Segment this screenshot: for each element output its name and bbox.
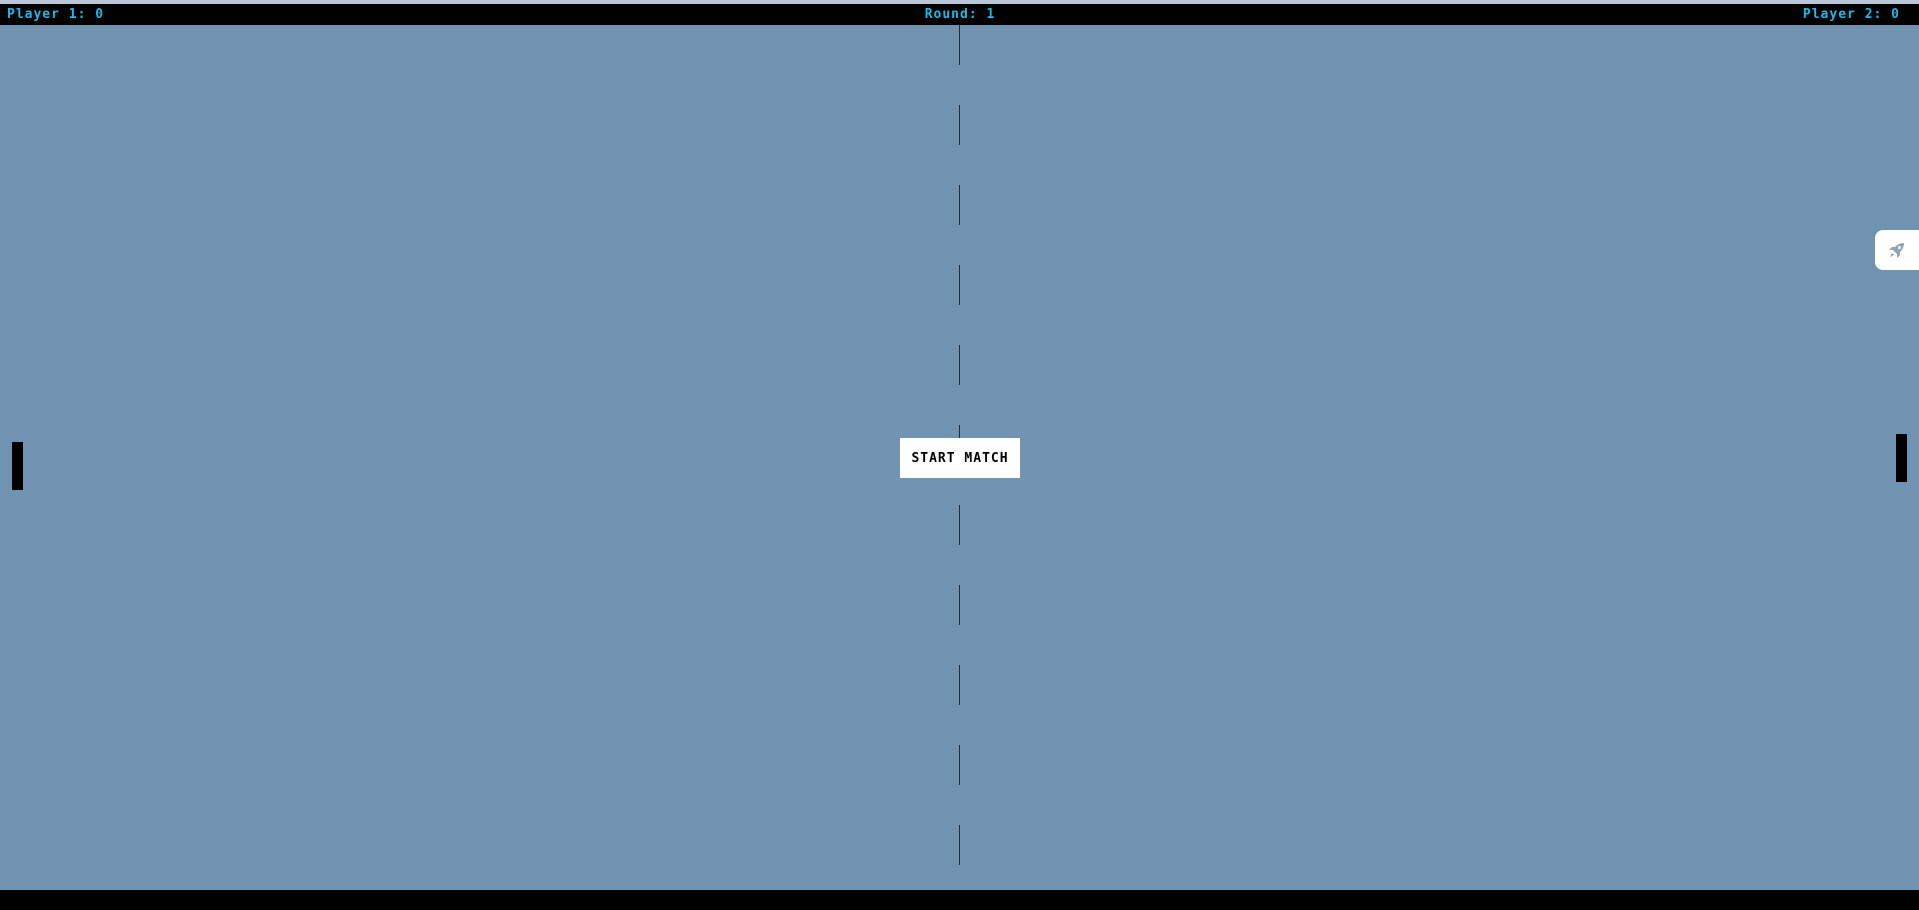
right-paddle bbox=[1896, 434, 1907, 482]
player2-score: Player 2: 0 bbox=[1802, 7, 1900, 22]
round-counter: Round: 1 bbox=[924, 7, 996, 22]
player1-score: Player 1: 0 bbox=[7, 7, 105, 22]
side-launcher-tab[interactable] bbox=[1875, 230, 1919, 270]
bottom-bar bbox=[0, 890, 1919, 910]
left-paddle bbox=[12, 442, 23, 490]
scoreboard: Player 1: 0 Round: 1 Player 2: 0 bbox=[0, 4, 1919, 25]
rocket-icon bbox=[1889, 243, 1904, 258]
start-match-button[interactable]: START MATCH bbox=[900, 438, 1020, 478]
